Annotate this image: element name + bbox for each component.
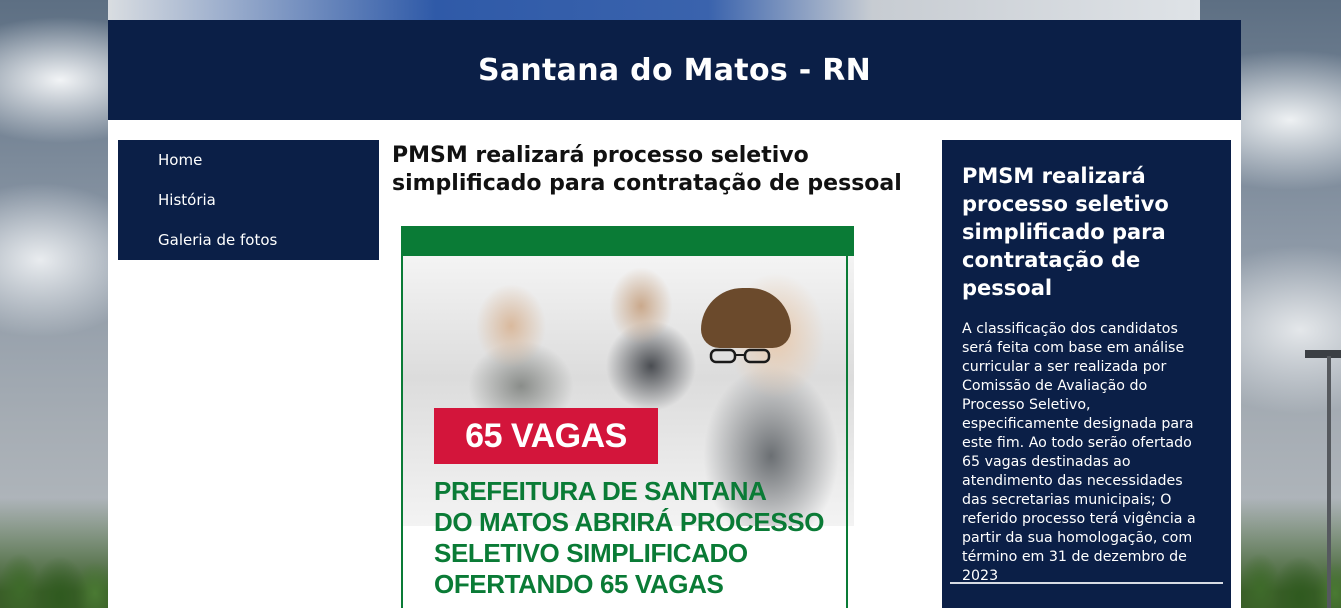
sidebar-text: A classificação dos candidatos será feit…	[962, 321, 1196, 584]
sidebar-featured: PMSM realizará processo seletivo simplif…	[942, 140, 1231, 608]
article: PMSM realizará processo seletivo simplif…	[392, 140, 922, 608]
page-container: Santana do Matos - RN Home História Gale…	[108, 20, 1241, 608]
image-headline-line: DO MATOS ABRIRÁ PROCESSO	[434, 507, 825, 537]
site-header: Santana do Matos - RN	[108, 20, 1241, 120]
nav-item-home[interactable]: Home	[118, 140, 379, 180]
article-image[interactable]: 65 VAGAS PREFEITURA DE SANTANA DO MATOS …	[401, 226, 854, 608]
nav-item-galeria[interactable]: Galeria de fotos	[118, 220, 379, 260]
main-nav: Home História Galeria de fotos	[118, 140, 379, 260]
background-sky	[108, 0, 1200, 20]
image-headline-line: PREFEITURA DE SANTANA	[434, 476, 767, 506]
image-headline-line: SELETIVO SIMPLIFICADO	[434, 538, 748, 568]
sidebar-title[interactable]: PMSM realizará processo seletivo simplif…	[942, 140, 1231, 302]
background-trees-left	[0, 498, 108, 608]
image-headline: PREFEITURA DE SANTANA DO MATOS ABRIRÁ PR…	[434, 476, 844, 600]
background-trees-right	[1240, 498, 1341, 608]
vagas-badge: 65 VAGAS	[434, 408, 658, 464]
nav-item-historia[interactable]: História	[118, 180, 379, 220]
image-headline-line: OFERTANDO 65 VAGAS	[434, 569, 724, 599]
article-title: PMSM realizará processo seletivo simplif…	[392, 143, 902, 196]
sidebar-divider	[950, 582, 1223, 584]
street-lamp-pole	[1327, 356, 1331, 608]
image-top-bar	[401, 226, 854, 256]
site-title[interactable]: Santana do Matos - RN	[478, 53, 871, 88]
street-lamp	[1305, 350, 1341, 358]
